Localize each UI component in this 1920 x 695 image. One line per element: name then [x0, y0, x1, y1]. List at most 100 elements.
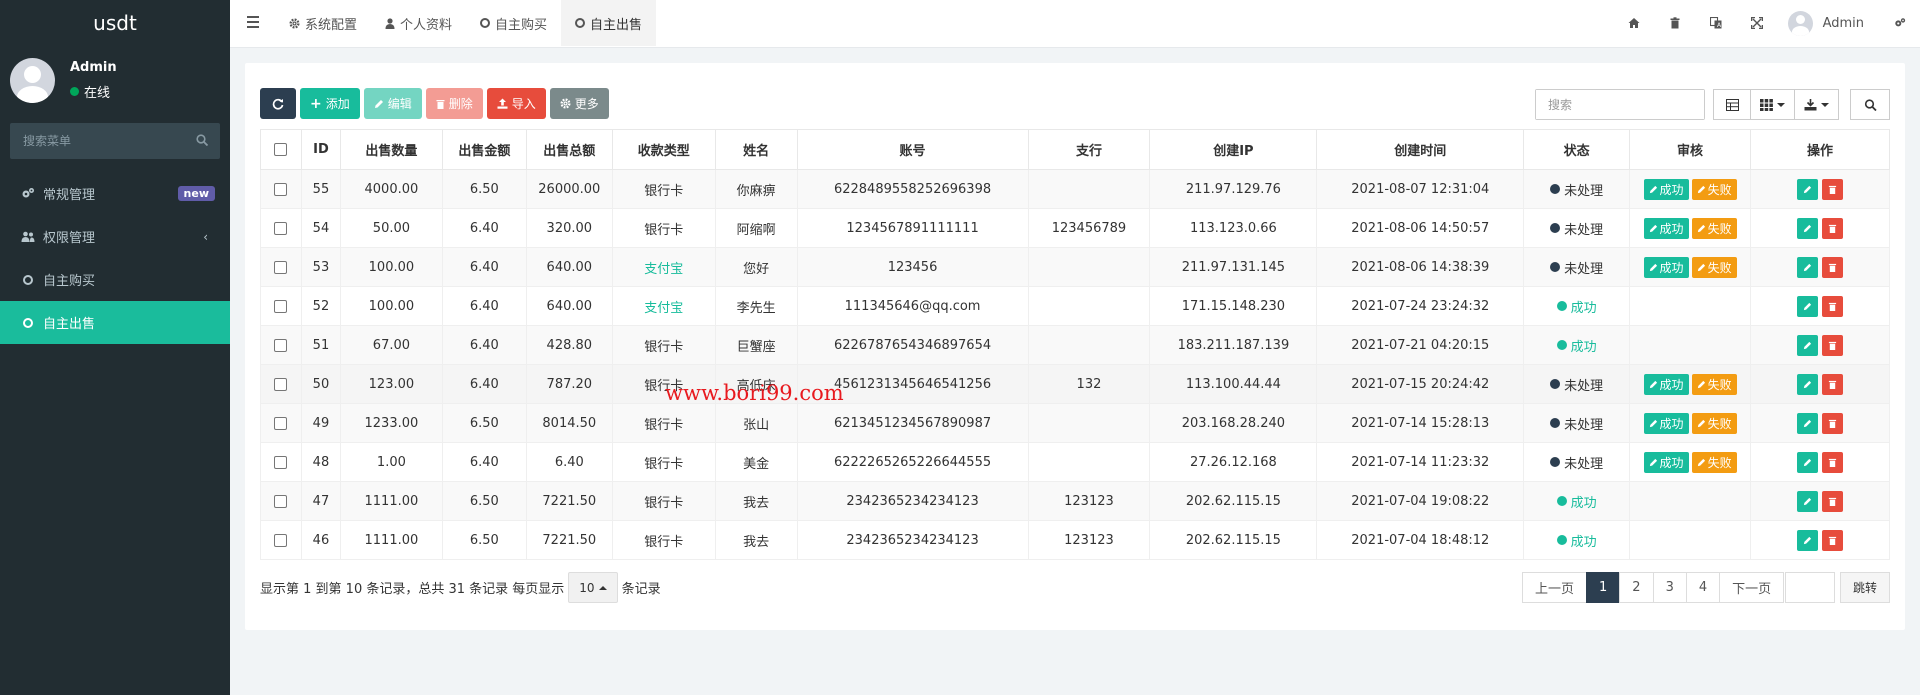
table-row[interactable]: 49 1233.00 6.50 8014.50 银行卡 张山 621345123456789…: [260, 403, 1890, 443]
menu-toggle-icon[interactable]: [247, 16, 259, 28]
row-checkbox[interactable]: [274, 416, 288, 430]
edit-row-button[interactable]: [1797, 451, 1818, 473]
reject-button[interactable]: 失败: [1691, 178, 1737, 200]
delete-row-button[interactable]: [1822, 373, 1843, 395]
sidebar-item-self-buy[interactable]: 自主购买: [0, 258, 230, 301]
row-checkbox[interactable]: [274, 377, 288, 391]
select-all-checkbox[interactable]: [274, 143, 288, 156]
edit-row-button[interactable]: [1797, 217, 1818, 239]
edit-row-button[interactable]: [1797, 334, 1818, 356]
sidebar-item-permissions[interactable]: 权限管理 ‹: [0, 215, 230, 258]
approve-button[interactable]: 成功: [1643, 256, 1689, 278]
tab-profile[interactable]: 个人资料: [371, 0, 466, 46]
col-id[interactable]: ID: [300, 129, 341, 170]
edit-row-button[interactable]: [1797, 256, 1818, 278]
jump-page-input[interactable]: [1785, 572, 1835, 603]
edit-row-button[interactable]: [1797, 178, 1818, 200]
edit-row-button[interactable]: [1797, 490, 1818, 512]
row-checkbox[interactable]: [274, 182, 288, 196]
row-checkbox[interactable]: [274, 221, 288, 235]
table-row[interactable]: 48 1.00 6.40 6.40 银行卡 美金 6222265265226644555 27…: [260, 442, 1890, 482]
home-icon[interactable]: [1614, 0, 1655, 46]
reject-button[interactable]: 失败: [1691, 217, 1737, 239]
col-type[interactable]: 收款类型: [611, 129, 716, 170]
delete-row-button[interactable]: [1822, 256, 1843, 278]
approve-button[interactable]: 成功: [1643, 412, 1689, 434]
reject-button[interactable]: 失败: [1691, 256, 1737, 278]
advanced-search-button[interactable]: [1850, 89, 1890, 120]
col-status[interactable]: 状态: [1523, 129, 1631, 170]
search-icon[interactable]: [196, 134, 208, 146]
table-row[interactable]: 55 4000.00 6.50 26000.00 银行卡 你麻痹 6228489558252…: [260, 169, 1890, 209]
col-qty[interactable]: 出售数量: [339, 129, 443, 170]
edit-button[interactable]: 编辑: [363, 88, 422, 119]
delete-row-button[interactable]: [1822, 217, 1843, 239]
approve-button[interactable]: 成功: [1643, 451, 1689, 473]
row-checkbox[interactable]: [274, 299, 288, 313]
sidebar-search-input[interactable]: [10, 123, 220, 159]
more-button[interactable]: 更多: [549, 88, 609, 119]
table-row[interactable]: 53 100.00 6.40 640.00 支付宝 您好 123456 211.97.131.…: [260, 247, 1890, 287]
row-checkbox[interactable]: [274, 338, 288, 352]
jump-button[interactable]: 跳转: [1840, 572, 1890, 603]
columns-button[interactable]: [1750, 89, 1795, 120]
toggle-view-button[interactable]: [1713, 89, 1751, 120]
col-account[interactable]: 账号: [796, 129, 1029, 170]
table-row[interactable]: 46 1111.00 6.50 7221.50 银行卡 我去 234236523423412…: [260, 520, 1890, 560]
approve-button[interactable]: 成功: [1643, 178, 1689, 200]
tab-system-config[interactable]: 系统配置: [275, 0, 371, 46]
row-checkbox[interactable]: [274, 260, 288, 274]
page-2-button[interactable]: 2: [1619, 572, 1654, 603]
row-checkbox[interactable]: [274, 455, 288, 469]
table-row[interactable]: 51 67.00 6.40 428.80 银行卡 巨蟹座 62267876543468976…: [260, 325, 1890, 365]
edit-row-button[interactable]: [1797, 295, 1818, 317]
col-branch[interactable]: 支行: [1027, 129, 1151, 170]
cogs-icon[interactable]: [1879, 0, 1920, 46]
reject-button[interactable]: 失败: [1691, 373, 1737, 395]
edit-row-button[interactable]: [1797, 412, 1818, 434]
delete-button[interactable]: 删除: [425, 88, 483, 119]
table-row[interactable]: 50 123.00 6.40 787.20 银行卡 高低床 4561231345646541…: [260, 364, 1890, 404]
prev-page-button[interactable]: 上一页: [1522, 572, 1588, 603]
table-row[interactable]: 52 100.00 6.40 640.00 支付宝 李先生 111345646@qq.com…: [260, 286, 1890, 326]
tab-self-buy[interactable]: 自主购买: [466, 0, 561, 46]
page-size-select[interactable]: 10: [568, 572, 618, 603]
app-logo[interactable]: usdt: [0, 0, 230, 46]
delete-row-button[interactable]: [1822, 178, 1843, 200]
delete-row-button[interactable]: [1822, 334, 1843, 356]
col-price[interactable]: 出售金额: [441, 129, 527, 170]
col-total[interactable]: 出售总额: [525, 129, 613, 170]
page-4-button[interactable]: 4: [1685, 572, 1721, 603]
translate-icon[interactable]: A: [1696, 0, 1737, 46]
page-1-button[interactable]: 1: [1586, 572, 1621, 603]
tab-self-sell[interactable]: 自主出售: [561, 0, 657, 46]
col-time[interactable]: 创建时间: [1316, 129, 1525, 170]
row-checkbox[interactable]: [274, 533, 288, 547]
sidebar-item-self-sell[interactable]: 自主出售: [0, 301, 230, 344]
col-name[interactable]: 姓名: [714, 129, 798, 170]
delete-row-button[interactable]: [1822, 451, 1843, 473]
header-user[interactable]: Admin: [1778, 10, 1879, 36]
sidebar-item-general[interactable]: 常规管理 new: [0, 172, 230, 215]
fullscreen-icon[interactable]: [1737, 0, 1778, 46]
table-row[interactable]: 54 50.00 6.40 320.00 银行卡 阿缩啊 1234567891111111 1…: [260, 208, 1890, 248]
import-button[interactable]: 导入: [486, 88, 546, 119]
col-ip[interactable]: 创建IP: [1149, 129, 1318, 170]
edit-row-button[interactable]: [1797, 529, 1818, 551]
add-button[interactable]: + 添加: [300, 88, 360, 119]
row-checkbox[interactable]: [274, 494, 288, 508]
page-3-button[interactable]: 3: [1652, 572, 1687, 603]
trash-icon[interactable]: [1655, 0, 1696, 46]
delete-row-button[interactable]: [1822, 295, 1843, 317]
edit-row-button[interactable]: [1797, 373, 1818, 395]
delete-row-button[interactable]: [1822, 490, 1843, 512]
refresh-button[interactable]: [260, 88, 296, 119]
reject-button[interactable]: 失败: [1691, 412, 1737, 434]
table-search-input[interactable]: [1536, 90, 1704, 119]
table-row[interactable]: 47 1111.00 6.50 7221.50 银行卡 我去 234236523423412…: [260, 481, 1890, 521]
reject-button[interactable]: 失败: [1691, 451, 1737, 473]
next-page-button[interactable]: 下一页: [1719, 572, 1785, 603]
delete-row-button[interactable]: [1822, 412, 1843, 434]
approve-button[interactable]: 成功: [1643, 373, 1689, 395]
export-button[interactable]: [1794, 89, 1839, 120]
